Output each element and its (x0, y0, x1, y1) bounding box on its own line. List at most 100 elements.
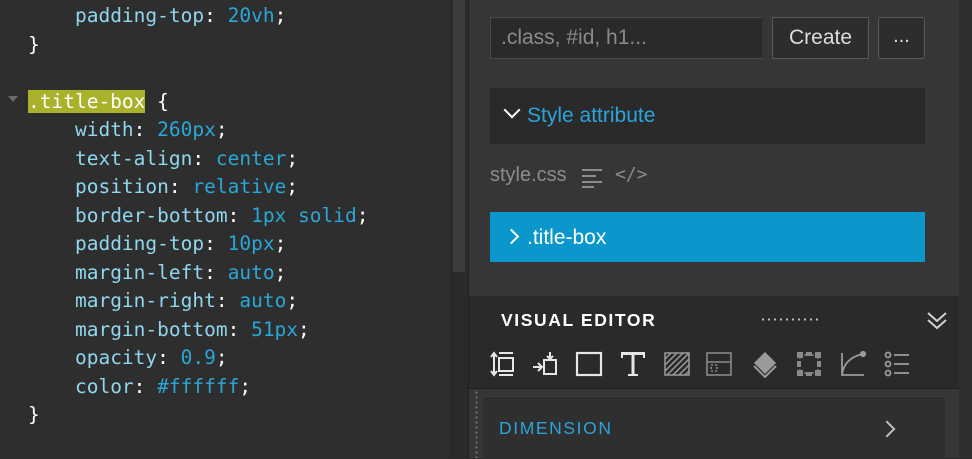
transform-icon[interactable] (795, 350, 823, 378)
css-value: 51px (251, 317, 299, 341)
css-selector-highlighted: .title-box (28, 89, 146, 113)
code-line[interactable]: width: 260px; (28, 116, 450, 145)
chevron-down-icon (503, 101, 521, 119)
css-value: center (215, 146, 287, 170)
css-semicolon: ; (286, 146, 299, 170)
css-value: auto (227, 260, 275, 284)
layout-icon[interactable] (705, 350, 733, 378)
css-property: color (74, 374, 134, 398)
chevron-right-icon (503, 228, 520, 245)
chevron-right-icon (878, 420, 896, 438)
stylesheet-name[interactable]: style.css (490, 164, 567, 187)
css-semicolon: ; (274, 4, 287, 27)
radius-icon[interactable] (839, 350, 867, 378)
css-property: margin-left (74, 260, 205, 284)
code-line[interactable]: padding-top: 20vh; (28, 2, 450, 31)
dimension-label: DIMENSION (499, 418, 613, 438)
css-semicolon: ; (286, 175, 299, 198)
css-value: 1px solid (251, 203, 357, 227)
more-options-button[interactable]: ... (878, 17, 925, 59)
css-property: text-align (74, 146, 193, 170)
css-value: relative (192, 175, 287, 198)
code-line[interactable]: } (28, 31, 450, 60)
border-box-icon[interactable] (575, 350, 603, 378)
create-button[interactable]: Create (772, 17, 869, 59)
fold-arrow-icon[interactable] (8, 96, 18, 102)
visual-editor-title: VISUAL EDITOR (501, 310, 657, 330)
code-line[interactable]: text-align: center; (28, 145, 450, 174)
code-line[interactable]: padding-top: 10px; (28, 230, 450, 259)
visual-editor-header: VISUAL EDITOR (469, 296, 959, 342)
code-line[interactable]: color: #ffffff; (28, 373, 450, 402)
insert-box-icon[interactable] (531, 350, 559, 378)
rule-item-title-box[interactable]: .title-box (490, 212, 925, 262)
css-semicolon: ; (298, 317, 310, 341)
code-editor[interactable]: padding-top: 20vh;} .title-box { width: 2… (0, 0, 450, 458)
css-semicolon: ; (239, 374, 252, 398)
code-text: } (28, 32, 40, 56)
rule-label: .title-box (527, 226, 607, 249)
css-colon: : (168, 175, 193, 198)
style-attribute-section[interactable]: Style attribute (490, 88, 925, 144)
section-indent-marker (475, 390, 478, 458)
css-colon: : (215, 289, 240, 312)
move-vertical-icon[interactable] (489, 350, 517, 378)
background-icon[interactable] (663, 350, 691, 378)
visual-editor-toolbar (469, 342, 959, 389)
list-icon[interactable] (883, 350, 911, 378)
css-semicolon: ; (215, 118, 228, 141)
css-property: margin-right (74, 289, 216, 312)
fill-icon[interactable] (751, 350, 779, 378)
css-property: width (74, 118, 134, 141)
css-colon: : (204, 4, 228, 27)
css-value: 260px (157, 118, 216, 141)
code-icon[interactable]: </> (615, 164, 648, 185)
css-property: opacity (74, 346, 158, 369)
css-open-brace: { (145, 89, 169, 113)
css-property: border-bottom (74, 203, 228, 227)
css-value: 0.9 (180, 346, 216, 369)
css-colon: : (133, 118, 158, 141)
css-colon: : (204, 232, 228, 255)
code-line[interactable]: opacity: 0.9; (28, 344, 450, 373)
css-colon: : (227, 317, 252, 341)
css-value: 10px (227, 232, 275, 255)
css-colon: : (133, 374, 158, 398)
panel-scrollbar[interactable] (959, 0, 972, 458)
lines-icon[interactable] (581, 168, 603, 188)
code-line[interactable]: border-bottom: 1px solid; (28, 202, 450, 231)
editor-scroll-thumb[interactable] (453, 0, 465, 272)
css-value: #ffffff (157, 374, 240, 398)
style-attribute-label: Style attribute (527, 104, 656, 127)
code-text: } (28, 403, 40, 426)
code-content[interactable]: padding-top: 20vh;} .title-box { width: 2… (28, 2, 450, 430)
code-line[interactable]: position: relative; (28, 173, 450, 202)
double-chevron-down-icon[interactable] (925, 308, 949, 332)
code-line[interactable]: } (28, 401, 450, 430)
dimension-section[interactable]: DIMENSION (483, 398, 945, 459)
code-line[interactable] (28, 59, 450, 88)
code-line[interactable]: margin-bottom: 51px; (28, 316, 450, 345)
inspector-panel: Create ... Style attribute style.css </>… (469, 0, 972, 459)
css-colon: : (204, 260, 228, 284)
code-line[interactable]: .title-box { (28, 88, 450, 117)
drag-handle-icon[interactable] (760, 318, 818, 321)
code-line[interactable]: margin-right: auto; (28, 287, 450, 316)
code-line[interactable]: margin-left: auto; (28, 259, 450, 288)
css-property: padding-top (74, 232, 205, 255)
css-colon: : (157, 346, 181, 369)
selector-input[interactable] (490, 17, 762, 59)
text-icon[interactable] (619, 350, 647, 378)
css-property: padding-top (74, 4, 205, 27)
css-colon: : (192, 146, 216, 170)
css-semicolon: ; (274, 232, 287, 255)
